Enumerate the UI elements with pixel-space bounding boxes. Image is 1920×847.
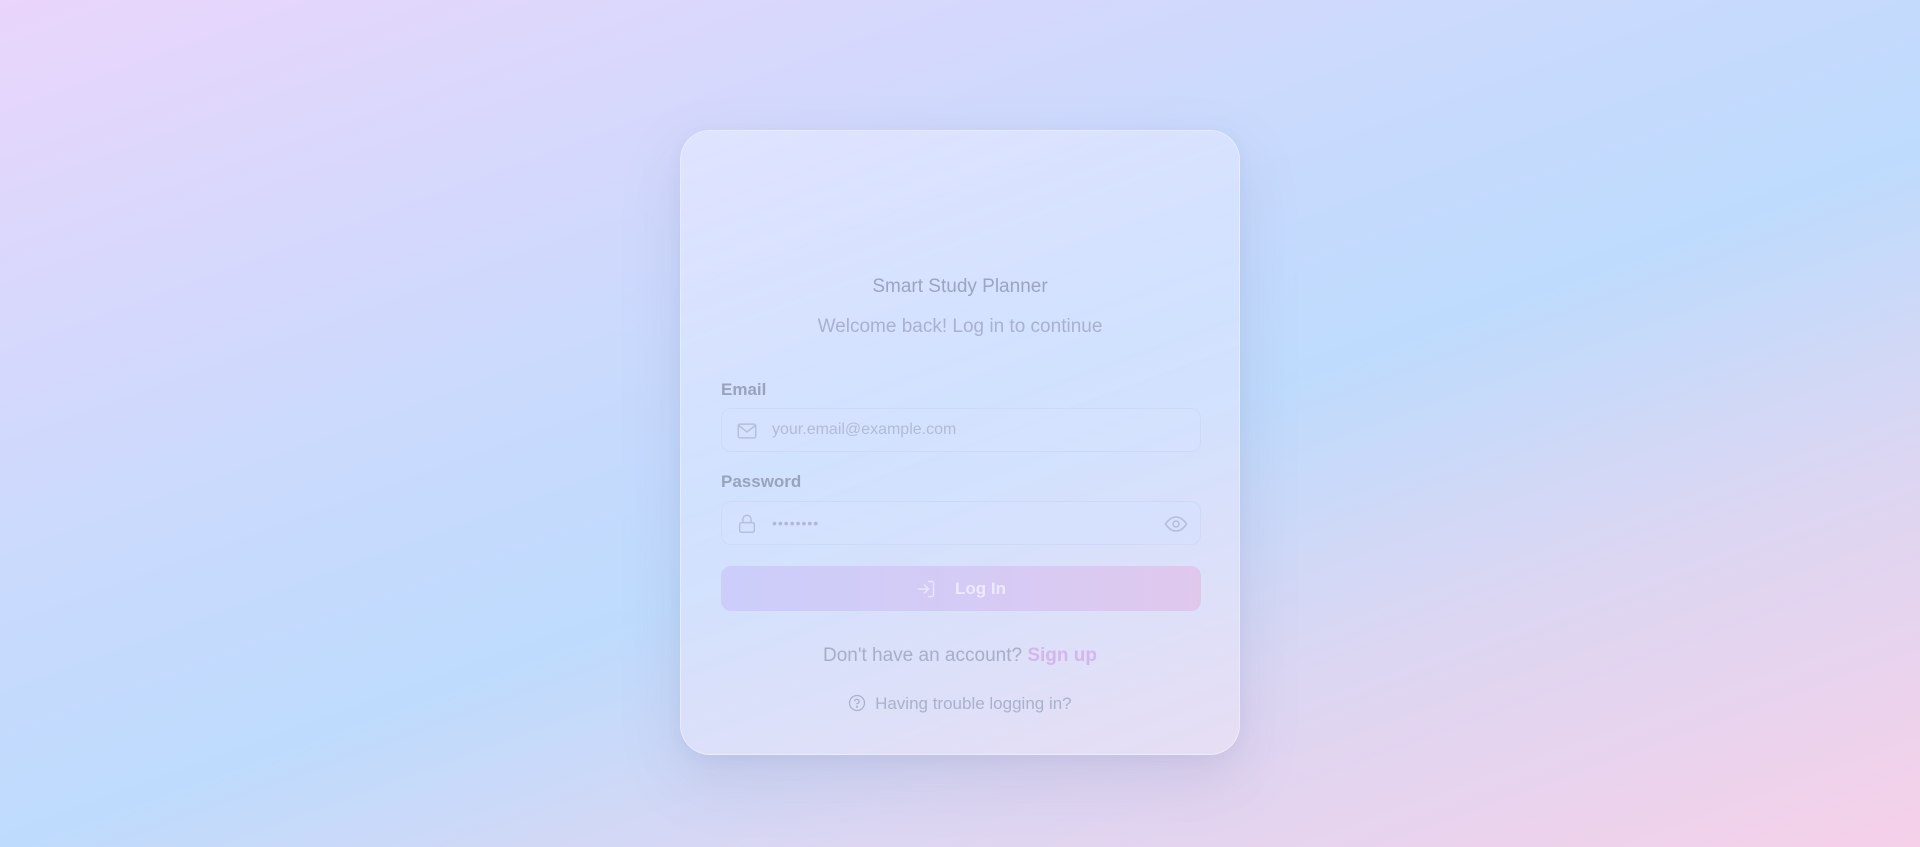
email-label: Email [721, 380, 767, 399]
password-input[interactable]: •••••••• [772, 515, 1152, 531]
password-label: Password [721, 472, 802, 491]
lock-icon [736, 513, 758, 535]
signup-link[interactable]: Sign up [1027, 645, 1097, 666]
email-input[interactable] [772, 421, 1152, 439]
welcome-subtitle: Welcome back! Log in to continue [817, 316, 1103, 337]
password-field-container[interactable]: •••••••• [721, 501, 1201, 545]
login-card: Smart Study Planner Welcome back! Log in… [680, 130, 1240, 755]
trouble-link[interactable]: Having trouble logging in? [875, 694, 1072, 713]
mail-icon [736, 420, 758, 442]
trouble-link-row[interactable]: Having trouble logging in? [681, 694, 1239, 714]
signup-prompt: Don't have an account? [823, 645, 1023, 666]
email-field-container[interactable] [721, 408, 1201, 452]
login-button[interactable]: Log In [721, 566, 1201, 611]
app-title: Smart Study Planner [872, 276, 1048, 297]
login-button-label: Log In [955, 579, 1006, 598]
log-in-icon [916, 579, 936, 599]
eye-icon[interactable] [1164, 513, 1188, 535]
help-circle-icon [848, 694, 866, 712]
signup-row: Don't have an account? Sign up [681, 645, 1239, 667]
